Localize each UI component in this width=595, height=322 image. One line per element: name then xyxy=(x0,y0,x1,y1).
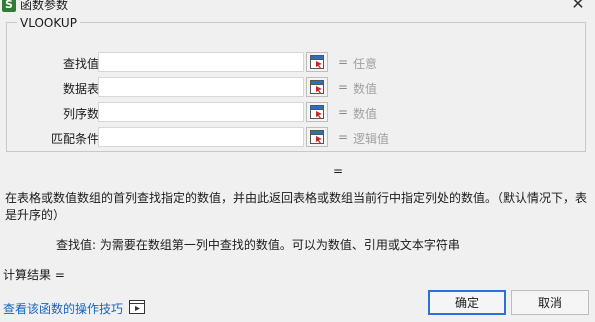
arg-label: 数据表 xyxy=(62,82,99,96)
arg-type: 任意 xyxy=(353,57,378,71)
calc-result: 计算结果 = xyxy=(3,268,65,282)
arg-row-table-array: 数据表 = 数值 xyxy=(7,77,587,99)
eq-sign: = xyxy=(338,55,349,69)
arg-label: 匹配条件 xyxy=(50,132,99,146)
eq-sign: = xyxy=(338,130,349,144)
help-link[interactable]: 查看该函数的操作技巧 xyxy=(3,300,123,317)
window-title: 函数参数 xyxy=(20,0,69,12)
range-select-icon[interactable] xyxy=(306,52,328,72)
range-lookup-input[interactable] xyxy=(98,127,304,147)
cancel-button[interactable]: 取消 xyxy=(511,290,589,315)
eq-sign: = xyxy=(338,105,349,119)
arg-label: 列序数 xyxy=(62,107,99,121)
arg-row-col-index: 列序数 = 数值 xyxy=(7,102,587,124)
param-description: 查找值: 为需要在数组第一列中查找的数值。可以为数值、引用或文本字符串 xyxy=(56,238,460,252)
range-select-icon[interactable] xyxy=(306,77,328,97)
function-args-group: VLOOKUP 查找值 = 任意 数据表 = 数值 列序数 = 数值 匹配条件 … xyxy=(6,16,587,152)
arg-type: 数值 xyxy=(353,107,378,121)
arg-type: 数值 xyxy=(353,82,378,96)
table-array-input[interactable] xyxy=(98,77,304,97)
arg-row-range-lookup: 匹配条件 = 逻辑值 xyxy=(7,127,587,149)
function-description: 在表格或数值数组的首列查找指定的数值，并由此返回表格或数组当前行中指定列处的数值… xyxy=(5,191,588,222)
range-select-icon[interactable] xyxy=(306,102,328,122)
arg-label: 查找值 xyxy=(62,57,99,71)
eq-sign: = xyxy=(338,80,349,94)
app-icon: S xyxy=(2,0,16,12)
lookup-value-input[interactable] xyxy=(98,52,304,72)
col-index-input[interactable] xyxy=(98,102,304,122)
title-bar: S 函数参数 ✕ xyxy=(0,0,595,14)
arg-type: 逻辑值 xyxy=(353,132,390,146)
range-select-icon[interactable] xyxy=(306,127,328,147)
ok-button[interactable]: 确定 xyxy=(428,290,506,315)
function-name: VLOOKUP xyxy=(17,16,80,30)
close-icon[interactable]: ✕ xyxy=(569,0,587,14)
video-icon[interactable] xyxy=(129,300,145,317)
arg-row-lookup-value: 查找值 = 任意 xyxy=(7,52,587,74)
formula-result-eq: = xyxy=(333,164,344,178)
